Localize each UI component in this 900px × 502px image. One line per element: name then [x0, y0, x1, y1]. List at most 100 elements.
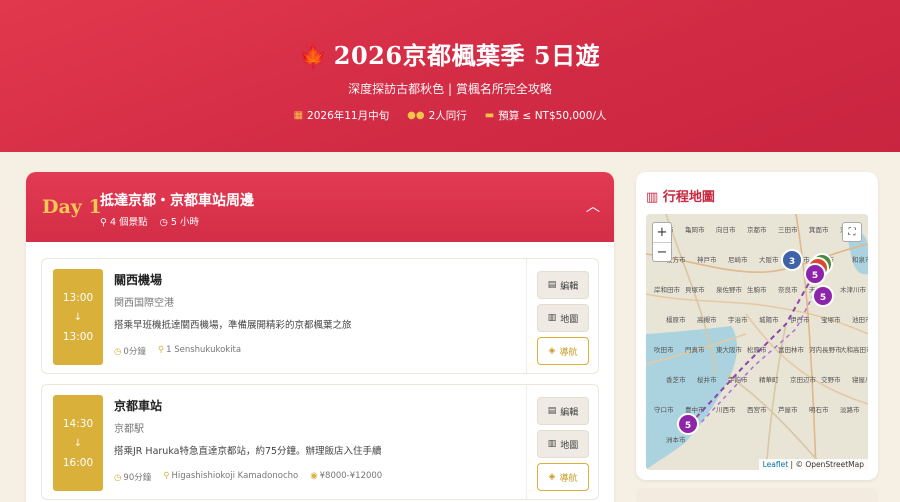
map-place-label: 交野市 [821, 375, 841, 384]
map-place-label: 洲本市 [666, 435, 686, 444]
map-place-label: 精華町 [759, 375, 779, 384]
meta-people: ●● 2人同行 [407, 110, 467, 122]
map-place-label: 西宮市 [747, 405, 767, 414]
map-title: ▥ 行程地圖 [646, 190, 715, 205]
map-place-label: 東大阪市 [716, 345, 743, 354]
stop-body: 京都車站 京都駅 搭乘JR Haruka特急直達京都站，約75分鐘。辦理飯店入住… [114, 397, 514, 483]
zoom-in-button[interactable]: + [653, 223, 671, 242]
collapse-chevron-icon[interactable]: ︿ [586, 196, 600, 216]
day-title: 抵達京都・京都車站周邊 [100, 193, 254, 209]
edit-icon: ▤ [547, 280, 557, 290]
yen-icon: ◉ [310, 471, 318, 481]
cluster-marker[interactable]: 3 [781, 249, 803, 271]
map-place-label: 岸和田市 [654, 285, 681, 294]
next-panel-edge [636, 488, 878, 502]
day-label: Day 1 [42, 196, 102, 218]
fullscreen-button[interactable]: ⛶ [842, 222, 862, 242]
page-subtitle: 深度探訪古都秋色 | 賞楓名所完全攻略 [348, 82, 552, 96]
clock-icon: ◷ [114, 347, 122, 357]
day-info: ⚲ 4 個景點 ◷ 5 小時 [100, 214, 199, 228]
map-place-label: 豊中市 [685, 405, 705, 414]
stop-actions: ▤ 編輯 ▥ 地圖 ◈ 導航 [526, 385, 598, 499]
map-place-label: 貝塚市 [685, 285, 705, 294]
map-attribution: Leaflet | © OpenStreetMap [758, 459, 868, 470]
navigate-button[interactable]: ◈ 導航 [537, 463, 589, 491]
navigate-icon: ◈ [548, 346, 556, 356]
day-header[interactable]: Day 1 抵達京都・京都車站周邊 ⚲ 4 個景點 ◷ 5 小時 ︿ [26, 172, 614, 242]
arrow-down-icon: ↓ [73, 311, 83, 323]
stop-description: 搭乘早班機抵達關西機場，準備展開精彩的京都楓葉之旅 [114, 320, 352, 331]
clock-icon: ◷ [159, 217, 168, 228]
time-range: 13:00 ↓ 13:00 [53, 269, 103, 365]
zoom-control: + − [652, 222, 672, 262]
map-view[interactable]: 南丹市亀岡市向日市京都市三田市箕面市茨木市枚方市神戸市尼崎市大阪市八尾市堺市和泉… [646, 214, 868, 470]
cluster-count: 5 [820, 293, 826, 303]
map-place-label: 宝塚市 [821, 315, 841, 324]
navigate-button[interactable]: ◈ 導航 [537, 337, 589, 365]
map-place-label: 明石市 [809, 405, 829, 414]
end-time: 13:00 [62, 330, 94, 343]
zoom-out-button[interactable]: − [653, 242, 671, 261]
stop-description: 搭乘JR Haruka特急直達京都站，約75分鐘。辦理飯店入住手續 [114, 446, 382, 457]
map-place-label: 木津川市 [840, 285, 867, 294]
edit-button[interactable]: ▤ 編輯 [537, 271, 589, 299]
map-place-label: 門真市 [685, 345, 705, 354]
duration: ◷ 0分鐘 [114, 347, 146, 357]
stop-meta: ◷ 90分鐘 ⚲ Higashishiokoji Kamadonocho ◉ ¥800… [114, 471, 514, 483]
map-place-label: 高槻市 [697, 315, 717, 324]
pin-icon: ⚲ [163, 471, 170, 481]
map-place-label: 城陽市 [759, 315, 779, 324]
map-place-label: 大和高田市 [840, 345, 868, 354]
map-place-label: 伊丹市 [790, 315, 810, 324]
meta-date: ▦ 2026年11月中旬 [293, 110, 390, 122]
map-place-label: 河内長野市 [809, 345, 842, 354]
clock-icon: ◷ [114, 473, 122, 483]
map-panel: ▥ 行程地圖 南丹市亀岡市向日市京都市三田市箕面市茨木市枚方市神戸市尼崎市大阪市… [636, 172, 878, 480]
fullscreen-icon: ⛶ [848, 226, 856, 238]
map-place-label: 寝屋川市 [852, 375, 868, 384]
stop-name: 關西機場 [114, 273, 163, 287]
map-place-label: 生駒市 [747, 285, 767, 294]
map-place-label: 香芝市 [666, 375, 686, 384]
cluster-count: 3 [789, 257, 795, 267]
map-place-label: 守口市 [654, 405, 674, 414]
price: ◉ ¥8000-¥12000 [310, 471, 383, 481]
leaflet-link[interactable]: Leaflet [763, 460, 789, 469]
stop-card: 14:30 ↓ 16:00 京都車站 京都駅 搭乘JR Haruka特急直達京都… [41, 384, 599, 500]
cluster-count: 5 [685, 421, 691, 431]
stop-jp-name: 京都駅 [114, 424, 144, 435]
hero-header: 🍁 2026京都楓葉季 5日遊 深度探訪古都秋色 | 賞楓名所完全攻略 ▦ 202… [0, 0, 900, 152]
calendar-icon: ▦ [293, 110, 304, 121]
edit-button[interactable]: ▤ 編輯 [537, 397, 589, 425]
arrow-down-icon: ↓ [73, 437, 83, 449]
osm-attribution: | © OpenStreetMap [790, 460, 864, 469]
map-place-label: 宇陀市 [728, 375, 748, 384]
map-place-label: 神戸市 [697, 255, 717, 264]
map-icon: ▥ [646, 190, 659, 205]
map-place-label: 大阪市 [759, 255, 779, 264]
address: ⚲ Higashishiokoji Kamadonocho [163, 471, 299, 481]
spots-count: ⚲ 4 個景點 [100, 217, 148, 228]
map-canvas[interactable]: 南丹市亀岡市向日市京都市三田市箕面市茨木市枚方市神戸市尼崎市大阪市八尾市堺市和泉… [646, 214, 868, 470]
map-place-label: 奈良市 [778, 285, 798, 294]
map-place-label: 芦屋市 [778, 405, 798, 414]
cluster-marker[interactable]: 5 [804, 263, 826, 285]
page-title: 🍁 2026京都楓葉季 5日遊 [299, 41, 601, 70]
map-place-label: 三田市 [778, 225, 798, 234]
map-place-label: 京都市 [747, 225, 767, 234]
stop-meta: ◷ 0分鐘 ⚲ 1 Senshukukokita [114, 345, 514, 357]
map-button[interactable]: ▥ 地圖 [537, 304, 589, 332]
cluster-marker[interactable]: 5 [677, 413, 699, 435]
hours-count: ◷ 5 小時 [159, 217, 199, 228]
map-place-label: 箕面市 [809, 225, 829, 234]
end-time: 16:00 [62, 456, 94, 469]
map-place-label: 宇治市 [728, 315, 748, 324]
maple-leaf-icon: 🍁 [299, 44, 328, 70]
pin-icon: ⚲ [100, 217, 107, 228]
cluster-marker[interactable]: 5 [812, 285, 834, 307]
time-range: 14:30 ↓ 16:00 [53, 395, 103, 491]
map-place-label: 向日市 [716, 225, 736, 234]
address: ⚲ 1 Senshukukokita [157, 345, 242, 355]
map-place-label: 亀岡市 [685, 225, 705, 234]
map-button[interactable]: ▥ 地圖 [537, 430, 589, 458]
